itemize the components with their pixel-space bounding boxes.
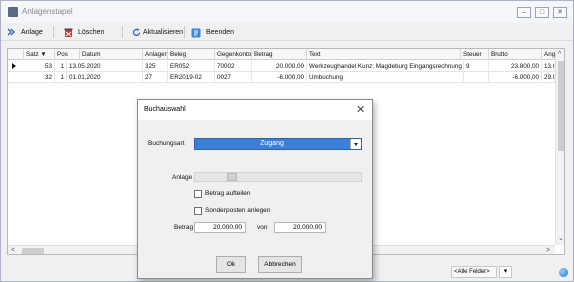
cell-text: Umbuchung bbox=[307, 72, 464, 83]
column-header-gegenkonto[interactable]: Gegenkonto bbox=[215, 49, 252, 60]
chevron-down-icon[interactable] bbox=[350, 139, 361, 149]
column-header-steuer[interactable]: Steuer bbox=[461, 49, 489, 60]
anlage-field bbox=[194, 172, 362, 182]
von-label: von bbox=[257, 224, 268, 231]
column-header-betrag[interactable]: Betrag bbox=[252, 49, 307, 60]
column-header-pos[interactable]: Pos bbox=[55, 49, 80, 60]
cell-pos: 1 bbox=[55, 72, 67, 83]
cell-betrag: -6.000,00 bbox=[252, 72, 307, 83]
horizontal-scroll-thumb[interactable] bbox=[22, 248, 44, 254]
app-window: Anlagenstapel ‒ □ ✕ Anlage Löschen Aktua… bbox=[0, 0, 574, 282]
ok-button[interactable]: Ok bbox=[216, 256, 246, 273]
scroll-down-icon[interactable]: ⌄ bbox=[558, 234, 564, 244]
cell-text: Werkzeughandel Kunz; Magdeburg Eingangsr… bbox=[307, 61, 464, 72]
beenden-label: Beenden bbox=[206, 29, 235, 36]
toolbar-separator bbox=[184, 26, 185, 38]
aktualisieren-button[interactable]: Aktualisieren bbox=[132, 26, 183, 39]
cell-steuer bbox=[464, 72, 489, 83]
cell-gegenkonto: 0027 bbox=[215, 72, 252, 83]
betrag-label: Betrag bbox=[174, 224, 194, 231]
vertical-scrollbar[interactable]: ^ ⌄ bbox=[555, 49, 564, 245]
von-input[interactable]: 20.000,00 bbox=[274, 222, 326, 233]
loeschen-button[interactable]: Löschen bbox=[64, 26, 104, 39]
buchungsart-value: Zugang bbox=[260, 140, 284, 147]
cell-brutto: -6.000,00 bbox=[489, 72, 542, 83]
scroll-right-icon[interactable]: > bbox=[546, 246, 550, 254]
column-header-beleg[interactable]: Beleg bbox=[168, 49, 215, 60]
current-row-indicator bbox=[12, 63, 16, 69]
aktualisieren-label: Aktualisieren bbox=[143, 29, 184, 36]
column-header-text[interactable]: Text bbox=[307, 49, 461, 60]
window-title: Anlagenstapel bbox=[22, 7, 73, 16]
cell-anlagen: 325 bbox=[143, 61, 168, 72]
column-header-brutto[interactable]: Brutto bbox=[489, 49, 542, 60]
cell-satz: 32 bbox=[24, 72, 55, 83]
row-indicator-header bbox=[8, 49, 24, 60]
exit-icon bbox=[191, 28, 201, 38]
sonderposten-label: Sonderposten anlegen bbox=[205, 207, 271, 214]
close-icon[interactable]: ✕ bbox=[356, 103, 365, 117]
anlage-field-label: Anlage bbox=[172, 174, 193, 181]
maximize-button[interactable]: □ bbox=[535, 7, 549, 18]
cell-pos: 1 bbox=[55, 61, 67, 72]
cell-betrag: 20.000,00 bbox=[252, 61, 307, 72]
toolbar-separator bbox=[122, 26, 123, 38]
title-bar: Anlagenstapel ‒ □ ✕ bbox=[1, 1, 573, 23]
toolbar: Anlage Löschen Aktualisieren Beenden bbox=[1, 23, 573, 41]
cell-beleg: ER052 bbox=[168, 61, 215, 72]
column-header-satz[interactable]: Satz ▼ bbox=[24, 49, 55, 60]
cell-steuer: 9 bbox=[464, 61, 489, 72]
buchauswahl-dialog: Buchauswahl ✕ Buchungsart Zugang Anlage … bbox=[137, 99, 373, 279]
cell-ang: 29.0 bbox=[542, 72, 555, 83]
anlage-lookup-button bbox=[227, 173, 237, 181]
cell-datum: 13.05.2020 bbox=[67, 61, 143, 72]
table-row[interactable]: 53 1 13.05.2020 325 ER052 70002 20.000,0… bbox=[8, 61, 555, 72]
column-header-datum[interactable]: Datum bbox=[80, 49, 143, 60]
column-header-anlagen[interactable]: Anlagen bbox=[143, 49, 168, 60]
beenden-button[interactable]: Beenden bbox=[191, 26, 234, 39]
cell-beleg: ER2019-02 bbox=[168, 72, 215, 83]
toolbar-separator bbox=[53, 26, 54, 38]
field-filter-select[interactable]: <Alle Felder> bbox=[451, 266, 497, 278]
buchungsart-label: Buchungsart bbox=[148, 140, 185, 147]
buchungsart-select[interactable]: Zugang bbox=[194, 138, 362, 150]
dialog-title: Buchauswahl bbox=[144, 106, 186, 113]
anlage-button[interactable]: Anlage bbox=[7, 26, 43, 39]
column-header-ang[interactable]: Ang bbox=[542, 49, 556, 60]
betrag-aufteilen-checkbox[interactable] bbox=[194, 190, 202, 198]
loeschen-label: Löschen bbox=[78, 29, 105, 36]
betrag-input[interactable]: 20.000,00 bbox=[194, 222, 246, 233]
delete-icon bbox=[64, 28, 73, 37]
close-button[interactable]: ✕ bbox=[553, 7, 567, 18]
anlage-label: Anlage bbox=[21, 29, 43, 36]
cell-datum: 01.01.2020 bbox=[67, 72, 143, 83]
vertical-scroll-thumb[interactable] bbox=[558, 61, 564, 151]
app-icon bbox=[8, 7, 18, 17]
dialog-title-bar: Buchauswahl ✕ bbox=[138, 100, 372, 120]
refresh-icon bbox=[132, 28, 141, 37]
minimize-button[interactable]: ‒ bbox=[517, 7, 531, 18]
scroll-up-icon[interactable]: ^ bbox=[558, 50, 561, 60]
cell-gegenkonto: 70002 bbox=[215, 61, 252, 72]
table-row[interactable]: 32 1 01.01.2020 27 ER2019-02 0027 -6.000… bbox=[8, 72, 555, 83]
chevron-down-icon[interactable]: ▾ bbox=[499, 266, 512, 278]
cell-brutto: 23.800,00 bbox=[489, 61, 542, 72]
cancel-button[interactable]: Abbrechen bbox=[258, 256, 302, 273]
betrag-aufteilen-label: Betrag aufteilen bbox=[205, 190, 251, 197]
add-icon bbox=[7, 28, 16, 37]
sonderposten-checkbox[interactable] bbox=[194, 207, 202, 215]
cell-satz: 53 bbox=[24, 61, 55, 72]
scroll-left-icon[interactable]: < bbox=[11, 246, 15, 254]
grid-header: Satz ▼ Pos Datum Anlagen Beleg Gegenkont… bbox=[8, 49, 564, 60]
cell-anlagen: 27 bbox=[143, 72, 168, 83]
status-globe-icon[interactable] bbox=[559, 268, 568, 277]
cell-ang: 13.0 bbox=[542, 61, 555, 72]
